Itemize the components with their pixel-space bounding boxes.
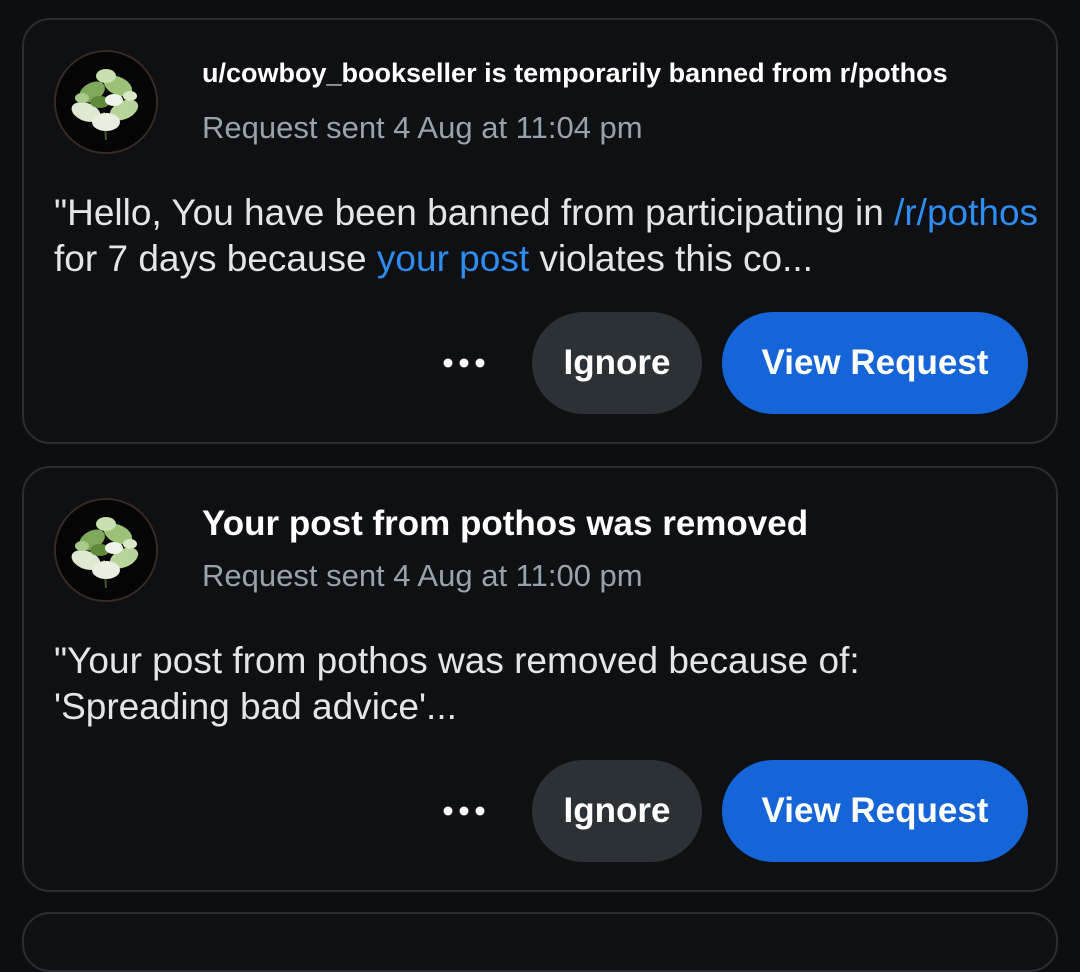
request-timestamp: Request sent 4 Aug at 11:00 pm: [202, 558, 643, 593]
ignore-button[interactable]: Ignore: [532, 312, 702, 414]
subreddit-avatar[interactable]: [54, 50, 158, 154]
post-link[interactable]: your post: [377, 238, 529, 279]
subreddit-avatar[interactable]: [54, 498, 158, 602]
pothos-plant-icon: [56, 500, 156, 600]
ignore-button[interactable]: Ignore: [532, 760, 702, 862]
subreddit-link[interactable]: /r/pothos: [894, 192, 1038, 233]
message-text: violates this co...: [529, 238, 813, 279]
request-card[interactable]: Your post from pothos was removed Reques…: [22, 466, 1058, 892]
message-preview[interactable]: "Hello, You have been banned from partic…: [54, 190, 1044, 282]
message-text: for 7 days because: [54, 238, 377, 279]
request-title: u/cowboy_bookseller is temporarily banne…: [202, 58, 948, 88]
message-preview[interactable]: "Your post from pothos was removed becau…: [54, 638, 1044, 730]
more-options-button[interactable]: [436, 783, 492, 839]
pothos-plant-icon: [56, 52, 156, 152]
request-card-partial[interactable]: [22, 912, 1058, 972]
view-request-button[interactable]: View Request: [722, 312, 1028, 414]
message-text: "Your post from pothos was removed becau…: [54, 640, 860, 727]
ellipsis-icon: [443, 358, 485, 368]
request-actions: Ignore View Request: [436, 760, 1028, 862]
request-card[interactable]: u/cowboy_bookseller is temporarily banne…: [22, 18, 1058, 444]
view-request-button[interactable]: View Request: [722, 760, 1028, 862]
message-text: "Hello, You have been banned from partic…: [54, 192, 895, 233]
request-actions: Ignore View Request: [436, 312, 1028, 414]
request-timestamp: Request sent 4 Aug at 11:04 pm: [202, 110, 643, 145]
ellipsis-icon: [443, 806, 485, 816]
more-options-button[interactable]: [436, 335, 492, 391]
request-title: Your post from pothos was removed: [202, 504, 809, 543]
